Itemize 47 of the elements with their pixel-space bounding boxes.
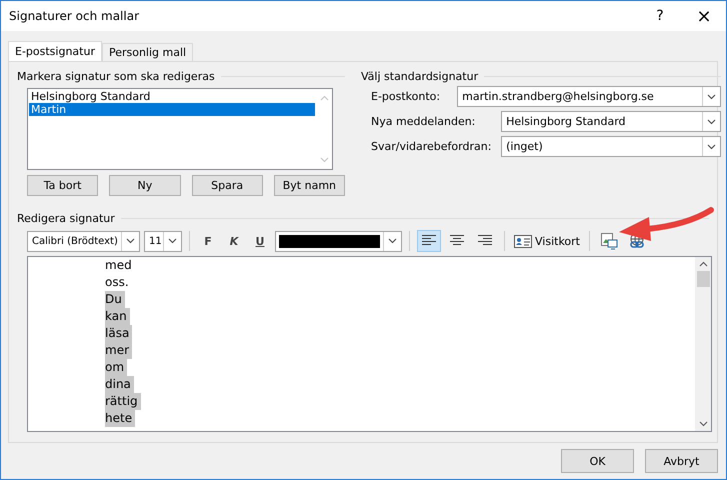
group-label: Redigera signatur <box>17 212 115 224</box>
signature-editor[interactable]: med oss. Du kan läsa mer om dina rättig hete <box>27 256 712 432</box>
scroll-down-icon[interactable] <box>698 421 708 427</box>
picture-insert-icon[interactable] <box>600 232 618 250</box>
dialog-button[interactable]: Avbryt <box>645 449 718 473</box>
bold-button[interactable]: F <box>197 231 219 251</box>
tab[interactable]: E-postsignatur <box>8 41 102 61</box>
font-select[interactable]: Calibri (Brödtext) <box>27 230 140 252</box>
align-left-button[interactable] <box>417 230 441 252</box>
scroll-up-icon[interactable] <box>698 261 708 267</box>
field-label: Svar/vidarebefordran: <box>371 140 492 153</box>
group-label: Välj standardsignatur <box>361 70 478 82</box>
signature-select[interactable]: martin.strandberg@helsingborg.se <box>457 86 722 107</box>
dialog-button[interactable]: OK <box>561 449 634 473</box>
align-right-icon <box>477 235 493 247</box>
contact-card-icon <box>514 234 532 248</box>
dropdown-icon <box>126 238 135 244</box>
action-button[interactable]: Spara <box>192 175 263 196</box>
italic-button[interactable]: K <box>223 231 245 251</box>
field-label: E-postkonto: <box>371 90 440 103</box>
action-button[interactable]: Ta bort <box>27 175 98 196</box>
business-card-button[interactable]: Visitkort <box>512 230 582 252</box>
tab[interactable]: Personlig mall <box>102 43 194 61</box>
signature-text-line: med <box>105 257 133 274</box>
dropdown-icon <box>168 238 177 244</box>
dropdown-icon <box>388 238 397 244</box>
window-title: Signaturer och mallar <box>9 9 140 23</box>
action-button[interactable]: Byt namn <box>274 175 345 196</box>
help-button[interactable]: ? <box>638 1 682 31</box>
size-select[interactable]: 11 <box>144 230 182 252</box>
list-item[interactable]: Helsingborg Standard <box>29 90 315 103</box>
signature-select[interactable]: Helsingborg Standard <box>501 111 722 132</box>
underline-button[interactable]: U <box>249 231 271 251</box>
dropdown-icon <box>707 94 716 100</box>
field-label: Nya meddelanden: <box>371 115 476 128</box>
signature-select[interactable]: (inget) <box>501 136 722 157</box>
color-select[interactable] <box>275 230 402 252</box>
action-button[interactable]: Ny <box>109 175 180 196</box>
signature-text-line: oss. <box>105 274 130 291</box>
close-button[interactable]: × <box>682 1 726 31</box>
align-left-icon <box>421 235 437 247</box>
dropdown-icon <box>707 144 716 150</box>
align-center-icon <box>449 235 465 247</box>
group-label: Markera signatur som ska redigeras <box>17 70 215 82</box>
scrollbar-thumb[interactable] <box>696 271 710 287</box>
dropdown-icon <box>707 118 716 124</box>
list-item[interactable]: Martin <box>29 103 315 116</box>
